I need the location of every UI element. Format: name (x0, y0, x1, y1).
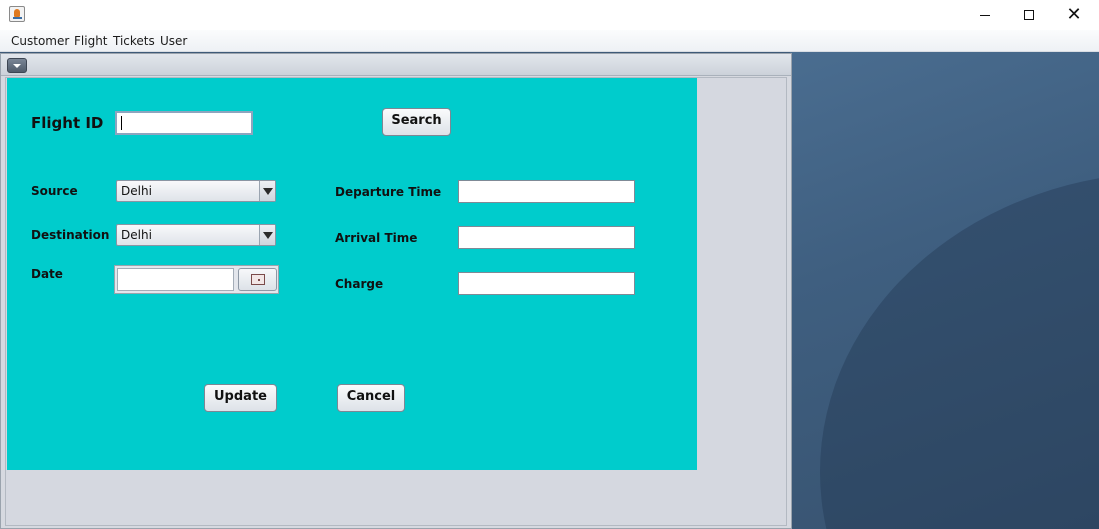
arrival-time-label: Arrival Time (335, 231, 418, 245)
flight-id-input[interactable] (115, 111, 253, 135)
date-input[interactable] (117, 268, 234, 291)
arrival-time-input[interactable] (458, 226, 635, 249)
close-icon: ✕ (1066, 4, 1082, 25)
menu-flight[interactable]: Flight (74, 34, 108, 48)
minimize-button[interactable] (962, 0, 1008, 30)
desktop-background (790, 52, 1099, 529)
cancel-button[interactable]: Cancel (337, 384, 405, 412)
chevron-down-icon[interactable] (259, 225, 275, 245)
maximize-button[interactable] (1006, 0, 1052, 30)
departure-time-label: Departure Time (335, 185, 442, 199)
java-app-icon (9, 6, 25, 22)
window-titlebar: ✕ (0, 0, 1099, 30)
frame-menu-dropdown-icon[interactable] (7, 58, 27, 73)
flight-id-label: Flight ID (31, 114, 104, 132)
calendar-button[interactable] (238, 268, 277, 291)
source-selected-value: Delhi (121, 184, 152, 198)
app-window: ✕ Customer Flight Tickets User Flight ID… (0, 0, 1099, 529)
charge-input[interactable] (458, 272, 635, 295)
text-caret (121, 116, 122, 130)
search-button[interactable]: Search (382, 108, 451, 136)
menu-bar: Customer Flight Tickets User (0, 30, 1099, 52)
destination-selected-value: Delhi (121, 228, 152, 242)
chevron-down-icon[interactable] (259, 181, 275, 201)
calendar-icon (251, 274, 265, 285)
source-label: Source (31, 184, 78, 198)
destination-label: Destination (31, 228, 110, 242)
charge-label: Charge (335, 277, 384, 291)
departure-time-input[interactable] (458, 180, 635, 203)
source-select[interactable]: Delhi (116, 180, 276, 202)
menu-user[interactable]: User (160, 34, 187, 48)
close-button[interactable]: ✕ (1051, 0, 1097, 30)
date-picker (114, 265, 279, 294)
destination-select[interactable]: Delhi (116, 224, 276, 246)
date-label: Date (31, 267, 63, 281)
menu-customer[interactable]: Customer (11, 34, 69, 48)
minimize-icon (980, 14, 990, 16)
update-button[interactable]: Update (204, 384, 277, 412)
maximize-icon (1024, 10, 1034, 20)
menu-tickets[interactable]: Tickets (113, 34, 155, 48)
internal-frame-titlebar[interactable] (1, 54, 791, 76)
